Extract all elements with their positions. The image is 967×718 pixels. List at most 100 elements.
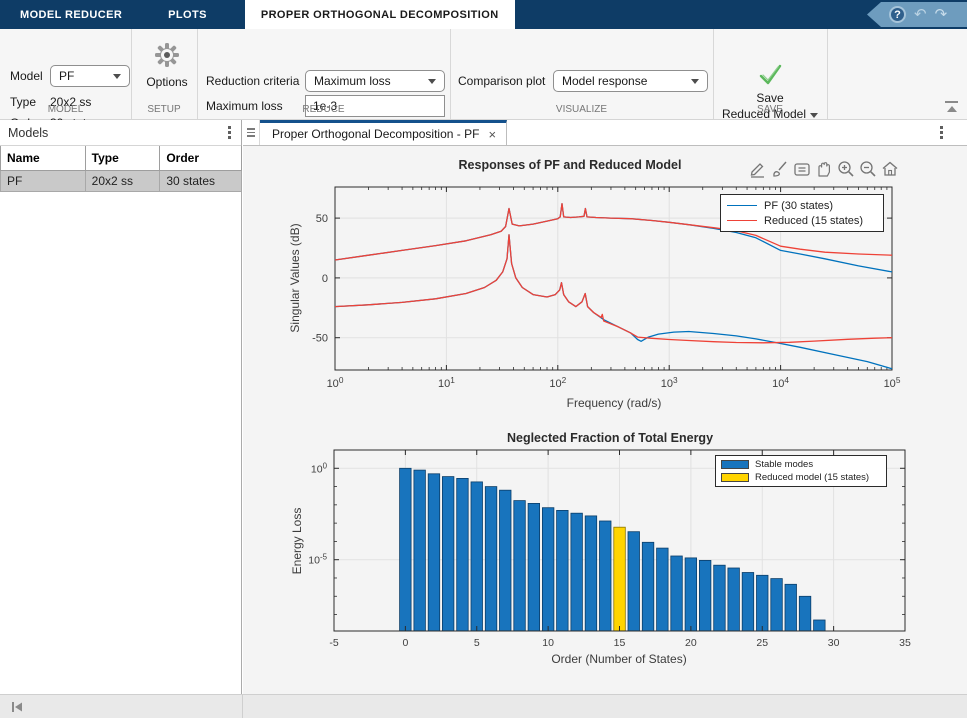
legend-entry-stable-modes-label: Stable modes <box>755 459 813 470</box>
document-tab-pod-pf[interactable]: Proper Orthogonal Decomposition - PF × <box>260 120 507 145</box>
cell-model-name: PF <box>1 170 86 191</box>
svg-text:10: 10 <box>542 637 554 649</box>
document-panel: Proper Orthogonal Decomposition - PF × R… <box>243 120 967 694</box>
chart1-ylabel: Singular Values (dB) <box>288 223 302 332</box>
chevron-down-icon <box>113 74 121 79</box>
save-reduced-model-button[interactable]: Save Reduced Model <box>722 63 818 125</box>
toolstrip-tabbar: MODEL REDUCER PLOTS PROPER ORTHOGONAL DE… <box>0 0 967 29</box>
legend-entry-reduced-model-label: Reduced model (15 states) <box>755 472 869 483</box>
singular-values-chart: Responses of PF and Reduced Model 100101… <box>243 146 967 425</box>
svg-text:103: 103 <box>661 375 678 390</box>
legend-entry-pf-label: PF (30 states) <box>764 200 833 212</box>
document-tabbar: Proper Orthogonal Decomposition - PF × <box>243 120 967 146</box>
quick-access-band: ? ↶ ↷ <box>867 2 967 27</box>
legend-entry-reduced-model: Reduced model (15 states) <box>721 471 881 484</box>
svg-text:-5: -5 <box>329 637 338 649</box>
check-icon <box>757 63 783 87</box>
column-header-type[interactable]: Type <box>85 146 160 170</box>
help-icon[interactable]: ? <box>889 6 906 23</box>
legend-entry-stable-modes: Stable modes <box>721 458 881 471</box>
setup-section-label: SETUP <box>131 104 197 115</box>
models-table-header-row: Name Type Order <box>1 146 242 170</box>
main-area: Models Name Type Order PF 20x2 ss 30 sta… <box>0 120 967 694</box>
svg-text:0: 0 <box>322 273 328 285</box>
chart2-xlabel: Order (Number of States) <box>257 652 967 666</box>
energy-loss-chart: Neglected Fraction of Total Energy -5051… <box>243 425 967 694</box>
svg-text:25: 25 <box>756 637 768 649</box>
legend-entry-reduced: Reduced (15 states) <box>727 213 877 228</box>
reduce-section-label: REDUCE <box>197 104 450 115</box>
reduction-criteria-label: Reduction criteria <box>206 74 299 88</box>
svg-text:5: 5 <box>474 637 480 649</box>
tab-plots[interactable]: PLOTS <box>154 0 221 29</box>
redo-icon[interactable]: ↷ <box>935 7 948 22</box>
chevron-down-icon <box>691 79 699 84</box>
comparison-plot-label: Comparison plot <box>458 74 545 88</box>
svg-text:100: 100 <box>311 461 328 475</box>
collapse-panel-icon[interactable] <box>10 700 24 714</box>
model-section-label: MODEL <box>0 104 131 115</box>
svg-text:-50: -50 <box>312 333 328 345</box>
save-section-label: SAVE <box>713 104 827 115</box>
models-panel-title: Models <box>8 126 48 140</box>
options-button-label: Options <box>139 75 195 89</box>
svg-text:102: 102 <box>549 375 566 390</box>
model-label: Model <box>10 69 43 83</box>
svg-text:100: 100 <box>327 375 344 390</box>
options-button[interactable]: Options <box>139 42 195 89</box>
pf-line-swatch <box>727 205 757 206</box>
reduced-line-swatch <box>727 220 757 221</box>
svg-text:30: 30 <box>828 637 840 649</box>
svg-text:0: 0 <box>402 637 408 649</box>
column-header-name[interactable]: Name <box>1 146 86 170</box>
chart1-legend[interactable]: PF (30 states) Reduced (15 states) <box>720 194 884 232</box>
statusbar-divider <box>242 695 243 718</box>
svg-text:10-5: 10-5 <box>308 553 327 567</box>
chart2-legend[interactable]: Stable modes Reduced model (15 states) <box>715 455 887 487</box>
svg-text:105: 105 <box>884 375 901 390</box>
legend-entry-reduced-label: Reduced (15 states) <box>764 215 863 227</box>
collapse-ribbon-icon[interactable] <box>944 101 959 113</box>
table-row[interactable]: PF 20x2 ss 30 states <box>1 170 242 191</box>
comparison-plot-dropdown[interactable]: Model response <box>553 70 708 92</box>
models-panel-menu-icon[interactable] <box>228 126 231 139</box>
reduced-model-swatch <box>721 473 749 482</box>
status-bar <box>0 694 967 718</box>
model-reducer-app: MODEL REDUCER PLOTS PROPER ORTHOGONAL DE… <box>0 0 967 718</box>
close-icon[interactable]: × <box>488 127 496 142</box>
models-panel-header: Models <box>0 120 241 146</box>
cell-model-order: 30 states <box>160 170 242 191</box>
document-tab-title: Proper Orthogonal Decomposition - PF <box>272 127 479 141</box>
gear-icon <box>154 42 180 68</box>
section-divider <box>827 29 828 119</box>
save-button-line1: Save <box>756 91 783 105</box>
reduction-criteria-dropdown[interactable]: Maximum loss <box>305 70 445 92</box>
svg-text:20: 20 <box>685 637 697 649</box>
svg-text:15: 15 <box>614 637 626 649</box>
reduction-criteria-value: Maximum loss <box>314 74 391 88</box>
undo-icon[interactable]: ↶ <box>914 7 927 22</box>
singular-values-plot[interactable]: 100 101 102 103 104 105 50 0 -50 <box>243 146 967 425</box>
cell-model-type: 20x2 ss <box>85 170 160 191</box>
tab-proper-orthogonal-decomposition[interactable]: PROPER ORTHOGONAL DECOMPOSITION <box>245 0 515 29</box>
legend-entry-pf: PF (30 states) <box>727 198 877 213</box>
svg-text:35: 35 <box>899 637 911 649</box>
figure-area: Responses of PF and Reduced Model 100101… <box>243 146 967 694</box>
chevron-down-icon <box>428 79 436 84</box>
model-dropdown-value: PF <box>59 69 74 83</box>
svg-text:50: 50 <box>316 213 328 225</box>
visualize-section-label: VISUALIZE <box>450 104 713 115</box>
chart2-ylabel: Energy Loss <box>290 508 304 575</box>
model-dropdown[interactable]: PF <box>50 65 130 87</box>
document-menu-icon[interactable] <box>940 126 943 139</box>
tab-model-reducer[interactable]: MODEL REDUCER <box>6 0 136 29</box>
tab-list-icon[interactable] <box>243 120 260 145</box>
comparison-plot-value: Model response <box>562 74 647 88</box>
svg-text:101: 101 <box>438 375 455 390</box>
svg-text:104: 104 <box>772 375 789 390</box>
models-panel: Models Name Type Order PF 20x2 ss 30 sta… <box>0 120 242 694</box>
models-table: Name Type Order PF 20x2 ss 30 states <box>0 146 242 192</box>
ribbon: Model PF Type 20x2 ss Order 30 states MO… <box>0 29 967 120</box>
stable-modes-swatch <box>721 460 749 469</box>
chart1-xlabel: Frequency (rad/s) <box>252 396 967 410</box>
